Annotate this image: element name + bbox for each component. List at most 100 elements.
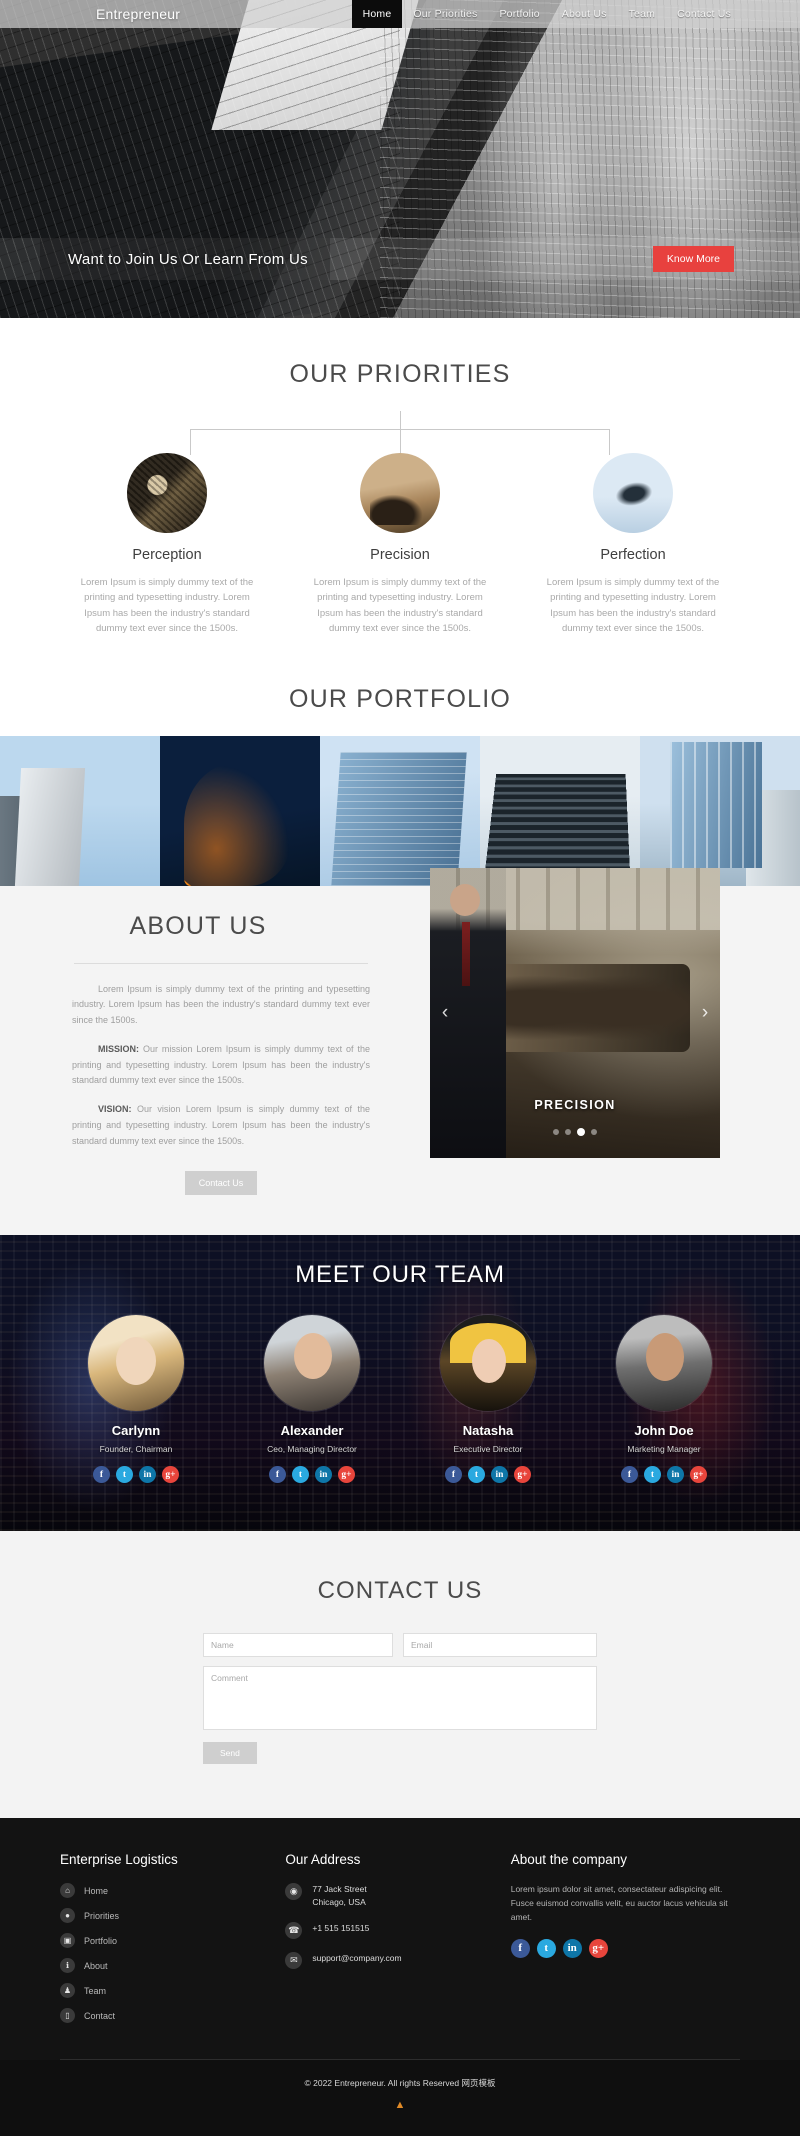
- linkedin-icon[interactable]: in: [315, 1466, 332, 1484]
- hero-cta-band: Want to Join Us Or Learn From Us Know Mo…: [0, 238, 800, 280]
- nav-item-home[interactable]: Home: [351, 0, 403, 28]
- about-section: ABOUT US Lorem Ipsum is simply dummy tex…: [0, 867, 800, 1236]
- nav-item-about-us[interactable]: About Us: [551, 0, 618, 28]
- linkedin-icon[interactable]: in: [491, 1466, 508, 1484]
- email-input[interactable]: [403, 1633, 597, 1658]
- member-name: Alexander: [280, 1423, 344, 1439]
- carousel-dot[interactable]: [565, 1128, 571, 1135]
- twitter-icon[interactable]: t: [468, 1466, 485, 1484]
- member-socials: f t in g+: [237, 1466, 387, 1484]
- footer-socials: f t in g+: [510, 1938, 740, 1958]
- priority-card[interactable]: Perception Lorem Ipsum is simply dummy t…: [65, 453, 270, 637]
- facebook-icon[interactable]: f: [510, 1938, 530, 1958]
- carousel-next-icon[interactable]: ›: [692, 998, 718, 1028]
- facebook-icon[interactable]: f: [621, 1466, 638, 1484]
- nav-item-our-priorities[interactable]: Our Priorities: [402, 0, 488, 28]
- nav-item-portfolio[interactable]: Portfolio: [488, 0, 550, 28]
- linkedin-icon[interactable]: in: [562, 1938, 582, 1958]
- linkedin-icon[interactable]: in: [667, 1466, 684, 1484]
- about-carousel: ‹ › PRECISION: [430, 867, 720, 1158]
- connector-branch-1: [190, 429, 191, 455]
- about-vision-paragraph: VISION: Our vision Lorem Ipsum is simply…: [56, 1102, 386, 1149]
- team-title: MEET OUR TEAM: [295, 1261, 505, 1289]
- envelope-icon: ✉: [285, 1951, 303, 1969]
- nav-item-team[interactable]: Team: [618, 0, 666, 28]
- googleplus-icon[interactable]: g+: [588, 1938, 608, 1958]
- twitter-icon[interactable]: t: [292, 1466, 309, 1484]
- avatar: [264, 1315, 360, 1412]
- member-role: Executive Director: [453, 1444, 523, 1455]
- brand-logo[interactable]: Entrepreneur: [96, 6, 180, 22]
- footer-email-address: support@company.com: [312, 1952, 402, 1963]
- footer-address-phone[interactable]: ☎ +1 515 151515: [285, 1921, 484, 1939]
- footer-link-team[interactable]: ♟ Team: [60, 1983, 259, 1999]
- priority-card[interactable]: Perfection Lorem Ipsum is simply dummy t…: [531, 453, 736, 637]
- footer-link-label: Team: [84, 1985, 107, 1996]
- footer-phone-number: +1 515 151515: [312, 1922, 370, 1933]
- footer-columns: Enterprise Logistics ⌂ Home ● Priorities…: [60, 1852, 740, 2059]
- carousel-dot-active[interactable]: [577, 1127, 585, 1136]
- about-contact-us-button[interactable]: Contact Us: [184, 1171, 258, 1196]
- twitter-icon[interactable]: t: [116, 1466, 133, 1484]
- facebook-icon[interactable]: f: [269, 1466, 286, 1484]
- carousel-prev-icon[interactable]: ‹: [432, 998, 458, 1028]
- googleplus-icon[interactable]: g+: [162, 1466, 179, 1484]
- hero-cta-text: Want to Join Us Or Learn From Us: [68, 250, 308, 268]
- footer-link-home[interactable]: ⌂ Home: [60, 1883, 259, 1899]
- send-button[interactable]: Send: [203, 1742, 257, 1765]
- member-role: Founder, Chairman: [99, 1444, 173, 1455]
- site-header: Entrepreneur Home Our Priorities Portfol…: [0, 0, 800, 28]
- portfolio-thumbnail[interactable]: [320, 735, 480, 886]
- footer-links-title: Enterprise Logistics: [60, 1852, 178, 1868]
- connector-branch-3: [609, 429, 610, 455]
- footer-link-portfolio[interactable]: ▣ Portfolio: [60, 1933, 259, 1949]
- portfolio-thumbnail[interactable]: [0, 735, 160, 886]
- contact-title: CONTACT US: [317, 1577, 483, 1605]
- copyright-text: © 2022 Entrepreneur. All rights Reserved…: [304, 2078, 496, 2089]
- portfolio-title: OUR PORTFOLIO: [288, 684, 512, 713]
- linkedin-icon[interactable]: in: [139, 1466, 156, 1484]
- member-name: Carlynn: [111, 1423, 161, 1439]
- googleplus-icon[interactable]: g+: [338, 1466, 355, 1484]
- footer-about-column: About the company Lorem ipsum dolor sit …: [510, 1852, 740, 2033]
- footer-link-label: Contact: [84, 2010, 116, 2021]
- footer-address-email[interactable]: ✉ support@company.com: [285, 1951, 484, 1969]
- team-member: Natasha Executive Director f t in g+: [413, 1315, 563, 1484]
- comment-textarea[interactable]: [203, 1666, 597, 1731]
- footer-address-lines: 77 Jack Street Chicago, USA: [312, 1883, 366, 1909]
- twitter-icon[interactable]: t: [644, 1466, 661, 1484]
- priority-card[interactable]: Precision Lorem Ipsum is simply dummy te…: [298, 453, 503, 637]
- priority-text: Lorem Ipsum is simply dummy text of the …: [546, 577, 720, 635]
- facebook-icon[interactable]: f: [445, 1466, 462, 1484]
- footer-link-label: Portfolio: [84, 1935, 118, 1946]
- priority-name: Precision: [370, 547, 430, 563]
- googleplus-icon[interactable]: g+: [690, 1466, 707, 1484]
- member-socials: f t in g+: [61, 1466, 211, 1484]
- facebook-icon[interactable]: f: [93, 1466, 110, 1484]
- portfolio-thumbnail[interactable]: [160, 735, 320, 886]
- image-icon: ▣: [60, 1933, 75, 1949]
- team-content: MEET OUR TEAM Carlynn Founder, Chairman …: [0, 1235, 800, 1484]
- chevron-up-icon[interactable]: ▲: [393, 2100, 407, 2111]
- priority-name: Perception: [132, 547, 202, 563]
- footer-link-priorities[interactable]: ● Priorities: [60, 1908, 259, 1924]
- carousel-dot[interactable]: [591, 1128, 597, 1135]
- footer-link-label: Priorities: [84, 1910, 120, 1921]
- portfolio-thumbnail[interactable]: [480, 735, 640, 886]
- address-line-1: 77 Jack Street: [312, 1884, 367, 1895]
- know-more-button[interactable]: Know More: [652, 246, 734, 272]
- hero-banner: Entrepreneur Home Our Priorities Portfol…: [0, 0, 800, 318]
- nav-item-contact-us[interactable]: Contact Us: [666, 0, 742, 28]
- priority-text: Lorem Ipsum is simply dummy text of the …: [80, 577, 254, 635]
- carousel-dot[interactable]: [553, 1128, 559, 1135]
- name-input[interactable]: [203, 1633, 393, 1658]
- footer-link-contact[interactable]: ▯ Contact: [60, 2008, 259, 2024]
- about-divider: [74, 962, 368, 964]
- twitter-icon[interactable]: t: [536, 1938, 556, 1958]
- contact-form: Send: [203, 1633, 597, 1765]
- footer-link-about[interactable]: ℹ About: [60, 1958, 259, 1974]
- avatar: [88, 1315, 184, 1412]
- googleplus-icon[interactable]: g+: [514, 1466, 531, 1484]
- portfolio-thumbnail[interactable]: [640, 735, 800, 886]
- about-intro-paragraph: Lorem Ipsum is simply dummy text of the …: [72, 983, 370, 1026]
